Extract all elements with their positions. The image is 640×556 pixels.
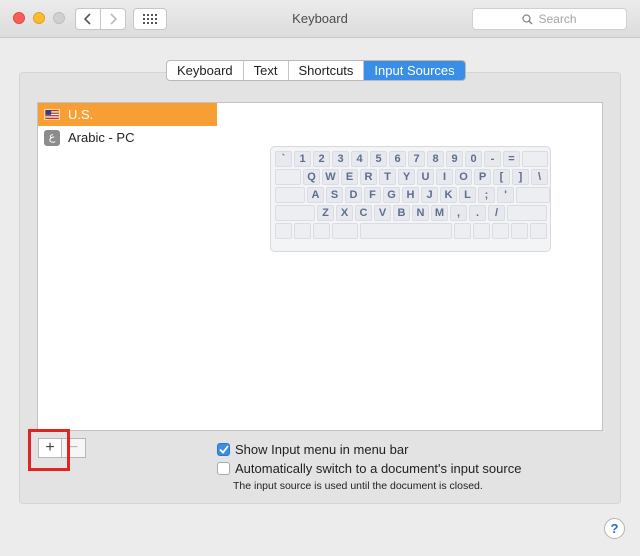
key: Q	[303, 169, 320, 185]
search-placeholder: Search	[538, 12, 577, 26]
key	[332, 223, 358, 239]
show-input-menu-option[interactable]: Show Input menu in menu bar	[217, 442, 408, 457]
auto-switch-checkbox[interactable]	[217, 462, 230, 475]
key	[454, 223, 471, 239]
key: W	[322, 169, 339, 185]
key: /	[488, 205, 505, 221]
key: A	[307, 187, 324, 203]
key: 1	[294, 151, 311, 167]
key: R	[360, 169, 377, 185]
key	[275, 205, 315, 221]
key: .	[469, 205, 486, 221]
tab-input-sources[interactable]: Input Sources	[364, 61, 465, 80]
list-item-arabic-pc[interactable]: ع Arabic - PC	[38, 126, 217, 149]
key	[313, 223, 330, 239]
key	[511, 223, 528, 239]
key: T	[379, 169, 396, 185]
key: E	[341, 169, 358, 185]
key	[530, 223, 547, 239]
us-flag-icon	[44, 109, 60, 120]
tab-text[interactable]: Text	[244, 61, 289, 80]
key: 4	[351, 151, 368, 167]
key: D	[345, 187, 362, 203]
input-sources-list[interactable]: U.S. ع Arabic - PC	[37, 102, 218, 431]
key: M	[431, 205, 448, 221]
key: C	[355, 205, 372, 221]
keyboard-layout-preview: ` 1 2 3 4 5 6 7 8 9 0 - = Q W E R T Y U …	[270, 146, 551, 252]
key: P	[474, 169, 491, 185]
key: [	[493, 169, 510, 185]
key: \	[531, 169, 548, 185]
key: 9	[446, 151, 463, 167]
key: L	[459, 187, 476, 203]
key: 7	[408, 151, 425, 167]
key: =	[503, 151, 520, 167]
keyboard-row: Q W E R T Y U I O P [ ] \	[275, 169, 548, 185]
keyboard-row	[275, 223, 547, 239]
key: Z	[317, 205, 334, 221]
key: S	[326, 187, 343, 203]
key: 6	[389, 151, 406, 167]
key: X	[336, 205, 353, 221]
key: 5	[370, 151, 387, 167]
list-item-label: U.S.	[68, 107, 94, 122]
key: G	[383, 187, 400, 203]
keyboard-row: Z X C V B N M , . /	[275, 205, 547, 221]
key: '	[497, 187, 514, 203]
key: U	[417, 169, 434, 185]
tab-bar: Keyboard Text Shortcuts Input Sources	[166, 60, 466, 81]
key: 2	[313, 151, 330, 167]
arabic-script-icon: ع	[44, 129, 60, 146]
list-item-label: Arabic - PC	[68, 130, 135, 145]
search-input[interactable]: Search	[472, 8, 627, 30]
key: N	[412, 205, 429, 221]
key: F	[364, 187, 381, 203]
key: B	[393, 205, 410, 221]
key: ;	[478, 187, 495, 203]
key	[294, 223, 311, 239]
key: K	[440, 187, 457, 203]
key	[275, 187, 305, 203]
key: O	[455, 169, 472, 185]
key: -	[484, 151, 501, 167]
key: `	[275, 151, 292, 167]
key: ]	[512, 169, 529, 185]
keyboard-row: A S D F G H J K L ; '	[275, 187, 550, 203]
show-input-menu-checkbox[interactable]	[217, 443, 230, 456]
key	[507, 205, 547, 221]
key: 0	[465, 151, 482, 167]
show-input-menu-label: Show Input menu in menu bar	[235, 442, 409, 457]
key: H	[402, 187, 419, 203]
key: I	[436, 169, 453, 185]
help-button[interactable]: ?	[604, 518, 625, 539]
auto-switch-note: The input source is used until the docum…	[233, 480, 483, 492]
key	[473, 223, 490, 239]
key	[360, 223, 452, 239]
key	[516, 187, 550, 203]
key	[492, 223, 509, 239]
key: Y	[398, 169, 415, 185]
key: 8	[427, 151, 444, 167]
key	[522, 151, 548, 167]
auto-switch-option[interactable]: Automatically switch to a document's inp…	[217, 461, 521, 476]
key: 3	[332, 151, 349, 167]
key: V	[374, 205, 391, 221]
key	[275, 223, 292, 239]
list-item-us[interactable]: U.S.	[38, 103, 217, 126]
checkmark-icon	[218, 445, 229, 454]
auto-switch-label: Automatically switch to a document's inp…	[235, 461, 522, 476]
search-icon	[522, 13, 534, 25]
keyboard-row: ` 1 2 3 4 5 6 7 8 9 0 - =	[275, 151, 548, 167]
title-bar: Keyboard Search	[0, 0, 640, 38]
key: ,	[450, 205, 467, 221]
key: J	[421, 187, 438, 203]
key	[275, 169, 301, 185]
tab-shortcuts[interactable]: Shortcuts	[289, 61, 365, 80]
highlight-box	[28, 429, 70, 471]
tab-keyboard[interactable]: Keyboard	[167, 61, 244, 80]
